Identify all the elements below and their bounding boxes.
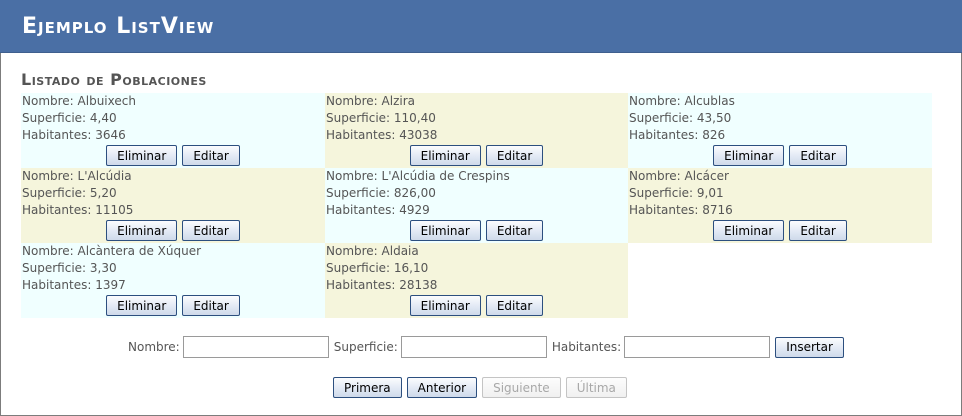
app-header: Ejemplo ListView [0, 0, 962, 53]
item-superficie: Superficie: 826,00 [326, 186, 436, 200]
superficie-input[interactable] [400, 336, 547, 358]
item-actions: Eliminar Editar [325, 295, 628, 316]
list-item: Nombre: L'Alcúdia de Crespins Superficie:… [325, 168, 628, 243]
item-actions: Eliminar Editar [21, 145, 325, 166]
item-nombre: Nombre: Albuixech [22, 94, 136, 108]
list-item: Nombre: Alcácer Superficie: 9,01 Habitante… [628, 168, 932, 243]
delete-button[interactable]: Eliminar [106, 220, 178, 241]
population-list: Nombre: Albuixech Superficie: 4,40 Habitan… [21, 93, 932, 318]
item-superficie: Superficie: 4,40 [22, 111, 117, 125]
item-actions: Eliminar Editar [628, 145, 932, 166]
edit-button[interactable]: Editar [789, 220, 847, 241]
item-actions: Eliminar Editar [325, 145, 628, 166]
item-nombre: Nombre: Alcublas [629, 94, 735, 108]
item-actions: Eliminar Editar [628, 220, 932, 241]
delete-button[interactable]: Eliminar [409, 295, 481, 316]
app-title: Ejemplo ListView [22, 14, 215, 39]
item-habitantes: Habitantes: 3646 [22, 128, 126, 142]
item-habitantes: Habitantes: 8716 [629, 203, 733, 217]
list-item: Nombre: Albuixech Superficie: 4,40 Habitan… [21, 93, 325, 168]
item-actions: Eliminar Editar [21, 295, 325, 316]
delete-button[interactable]: Eliminar [713, 220, 785, 241]
item-nombre: Nombre: L'Alcúdia de Crespins [326, 169, 510, 183]
first-page-button[interactable]: Primera [333, 377, 402, 398]
item-habitantes: Habitantes: 826 [629, 128, 726, 142]
edit-button[interactable]: Editar [789, 145, 847, 166]
list-item: Nombre: Alcàntera de Xúquer Superficie: 3… [21, 243, 325, 318]
item-habitantes: Habitantes: 11105 [22, 203, 134, 217]
insert-button[interactable]: Insertar [775, 336, 844, 358]
pager: Primera Anterior Siguiente Última [333, 377, 627, 398]
delete-button[interactable]: Eliminar [106, 145, 178, 166]
nombre-input[interactable] [182, 336, 329, 358]
item-nombre: Nombre: L'Alcúdia [22, 169, 132, 183]
delete-button[interactable]: Eliminar [409, 220, 481, 241]
habitantes-input[interactable] [624, 336, 771, 358]
item-superficie: Superficie: 5,20 [22, 186, 117, 200]
next-page-button: Siguiente [482, 377, 561, 398]
list-item: Nombre: Aldaia Superficie: 16,10 Habitante… [325, 243, 628, 318]
item-nombre: Nombre: Alcàntera de Xúquer [22, 244, 202, 258]
delete-button[interactable]: Eliminar [713, 145, 785, 166]
edit-button[interactable]: Editar [182, 295, 240, 316]
superficie-label: Superficie: [333, 340, 398, 354]
edit-button[interactable]: Editar [485, 145, 544, 166]
edit-button[interactable]: Editar [182, 145, 240, 166]
item-nombre: Nombre: Alcácer [629, 169, 729, 183]
item-superficie: Superficie: 110,40 [326, 111, 436, 125]
item-nombre: Nombre: Aldaia [326, 244, 419, 258]
list-item: Nombre: Alzira Superficie: 110,40 Habitant… [325, 93, 628, 168]
previous-page-button[interactable]: Anterior [406, 377, 478, 398]
list-title: Listado de Poblaciones [21, 70, 207, 89]
item-actions: Eliminar Editar [21, 220, 325, 241]
item-superficie: Superficie: 3,30 [22, 261, 117, 275]
item-superficie: Superficie: 43,50 [629, 111, 732, 125]
item-habitantes: Habitantes: 1397 [22, 278, 126, 292]
delete-button[interactable]: Eliminar [409, 145, 481, 166]
item-superficie: Superficie: 16,10 [326, 261, 429, 275]
edit-button[interactable]: Editar [485, 220, 544, 241]
delete-button[interactable]: Eliminar [106, 295, 178, 316]
nombre-label: Nombre: [128, 340, 180, 354]
item-habitantes: Habitantes: 4929 [326, 203, 430, 217]
list-item: Nombre: Alcublas Superficie: 43,50 Habitan… [628, 93, 932, 168]
insert-form: Nombre: Superficie: Habitantes: Insertar [128, 336, 844, 358]
edit-button[interactable]: Editar [485, 295, 544, 316]
habitantes-label: Habitantes: [551, 340, 622, 354]
last-page-button: Última [565, 377, 627, 398]
item-habitantes: Habitantes: 28138 [326, 278, 438, 292]
edit-button[interactable]: Editar [182, 220, 240, 241]
item-nombre: Nombre: Alzira [326, 94, 415, 108]
item-superficie: Superficie: 9,01 [629, 186, 724, 200]
list-item: Nombre: L'Alcúdia Superficie: 5,20 Habitan… [21, 168, 325, 243]
item-actions: Eliminar Editar [325, 220, 628, 241]
item-habitantes: Habitantes: 43038 [326, 128, 438, 142]
